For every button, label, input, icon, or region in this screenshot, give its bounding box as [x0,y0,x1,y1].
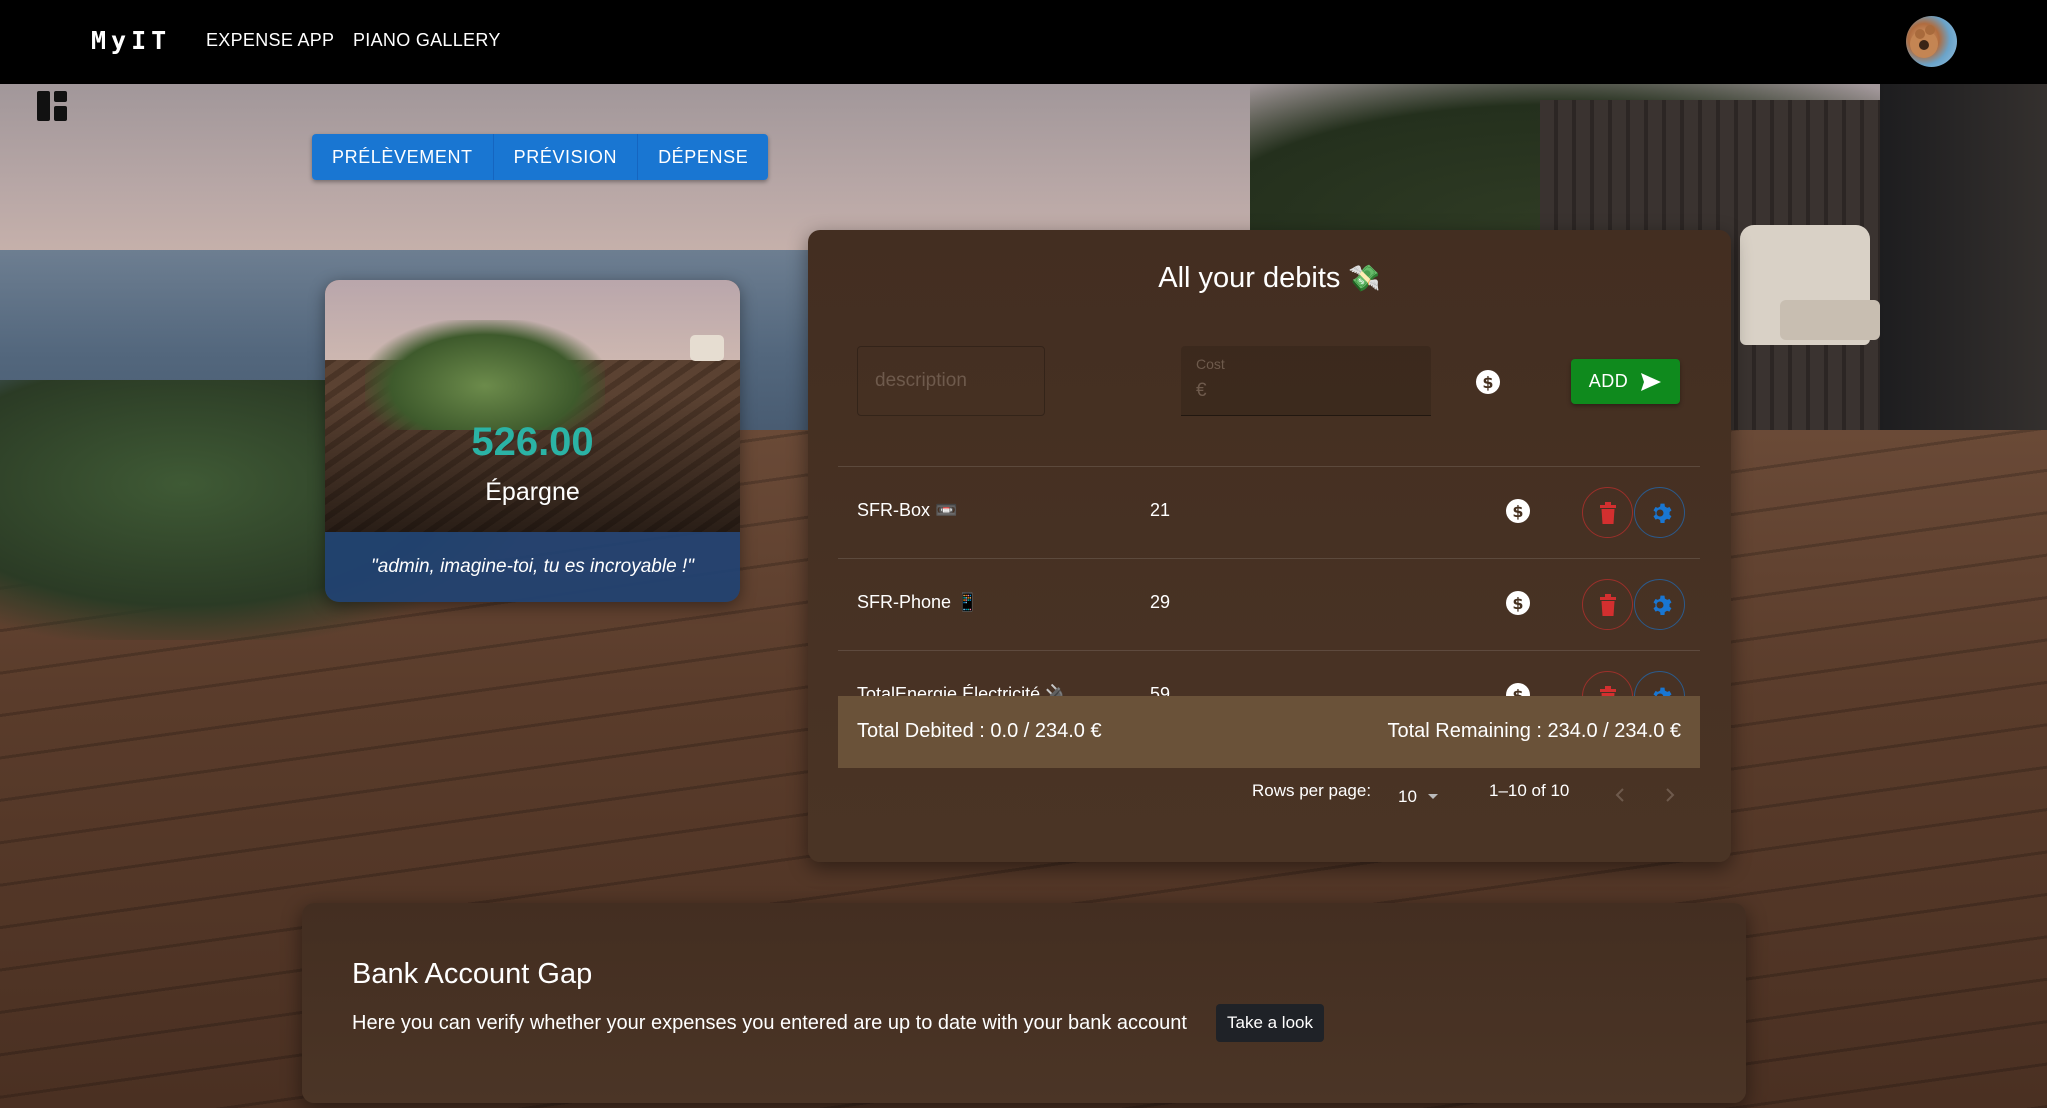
trash-icon [1599,501,1616,524]
debit-row: SFR-Phone 📱 29 $ [838,558,1700,650]
cost-unit: € [1196,380,1207,401]
svg-text:$: $ [1512,502,1523,521]
delete-button[interactable] [1582,487,1633,538]
svg-text:$: $ [1482,373,1493,392]
tab-depense[interactable]: DÉPENSE [638,134,769,180]
gear-icon [1653,503,1671,523]
bank-gap-description: Here you can verify whether your expense… [352,1012,1187,1034]
add-button-label: ADD [1588,371,1629,391]
debit-row: SFR-Box 📼 21 $ [838,466,1700,558]
debit-cost: 21 [1150,500,1171,520]
debit-name: SFR-Phone 📱 [857,592,979,612]
chevron-left-icon [1615,788,1624,802]
cost-field[interactable]: Cost € [1181,346,1431,416]
card-image-chair [690,335,724,361]
savings-amount: 526.00 [471,420,594,464]
total-debited: Total Debited : 0.0 / 234.0 € [857,720,1102,742]
card-image-plants [365,320,605,430]
debits-title: All your debits 💸 [808,262,1731,295]
debit-cost: 29 [1150,592,1171,612]
rows-per-page-value: 10 [1398,787,1417,806]
dollar-icon[interactable]: $ [1475,369,1501,395]
totals-bar: Total Debited : 0.0 / 234.0 € Total Rema… [838,696,1700,768]
debit-name: SFR-Box 📼 [857,500,958,520]
svg-text:$: $ [1512,594,1523,613]
tab-prelevement[interactable]: PRÉLÈVEMENT [312,134,494,180]
bank-account-gap-section: Bank Account Gap Here you can verify whe… [302,903,1746,1103]
pagination-range: 1–10 of 10 [1489,781,1570,800]
dollar-icon[interactable]: $ [1505,590,1531,616]
cost-label: Cost [1196,356,1225,372]
top-navbar: MyIT EXPENSE APP PIANO GALLERY [0,0,2047,84]
dashboard-icon[interactable] [35,89,69,123]
description-input[interactable] [857,346,1045,416]
trash-icon [1599,593,1616,616]
previous-page-button[interactable] [1608,783,1632,807]
money-wings-icon: 💸 [1348,263,1381,293]
add-button[interactable]: ADD [1571,359,1680,404]
brand-logo[interactable]: MyIT [91,26,171,55]
avatar-image [1910,25,1938,58]
savings-card: 526.00 Épargne "admin, imagine-toi, tu e… [325,280,740,602]
total-remaining: Total Remaining : 234.0 / 234.0 € [1387,720,1681,742]
settings-button[interactable] [1634,579,1685,630]
background-chair-seat [1780,300,1880,340]
nav-piano-gallery[interactable]: PIANO GALLERY [353,30,501,51]
gear-icon [1653,595,1671,615]
next-page-button[interactable] [1658,783,1682,807]
chevron-right-icon [1666,788,1675,802]
caret-down-icon [1427,794,1438,799]
debits-panel: All your debits💸 Cost € $ ADD SFR-Box 📼 … [808,230,1731,862]
debits-title-text: All your debits [1158,262,1341,294]
avatar[interactable] [1906,16,1957,67]
tab-prevision[interactable]: PRÉVISION [493,134,639,180]
savings-quote: "admin, imagine-toi, tu es incroyable !" [325,532,740,602]
delete-button[interactable] [1582,579,1633,630]
nav-expense-app[interactable]: EXPENSE APP [206,30,334,51]
dollar-icon[interactable]: $ [1505,498,1531,524]
take-a-look-button[interactable]: Take a look [1216,1004,1324,1042]
savings-label: Épargne [485,478,580,506]
send-icon [1641,372,1662,391]
rows-per-page-label: Rows per page: [1252,781,1372,800]
rows-per-page-select[interactable]: 10 [1398,787,1439,807]
expense-type-tabs: PRÉLÈVEMENT PRÉVISION DÉPENSE [312,134,769,180]
bank-gap-title: Bank Account Gap [352,958,593,990]
settings-button[interactable] [1634,487,1685,538]
